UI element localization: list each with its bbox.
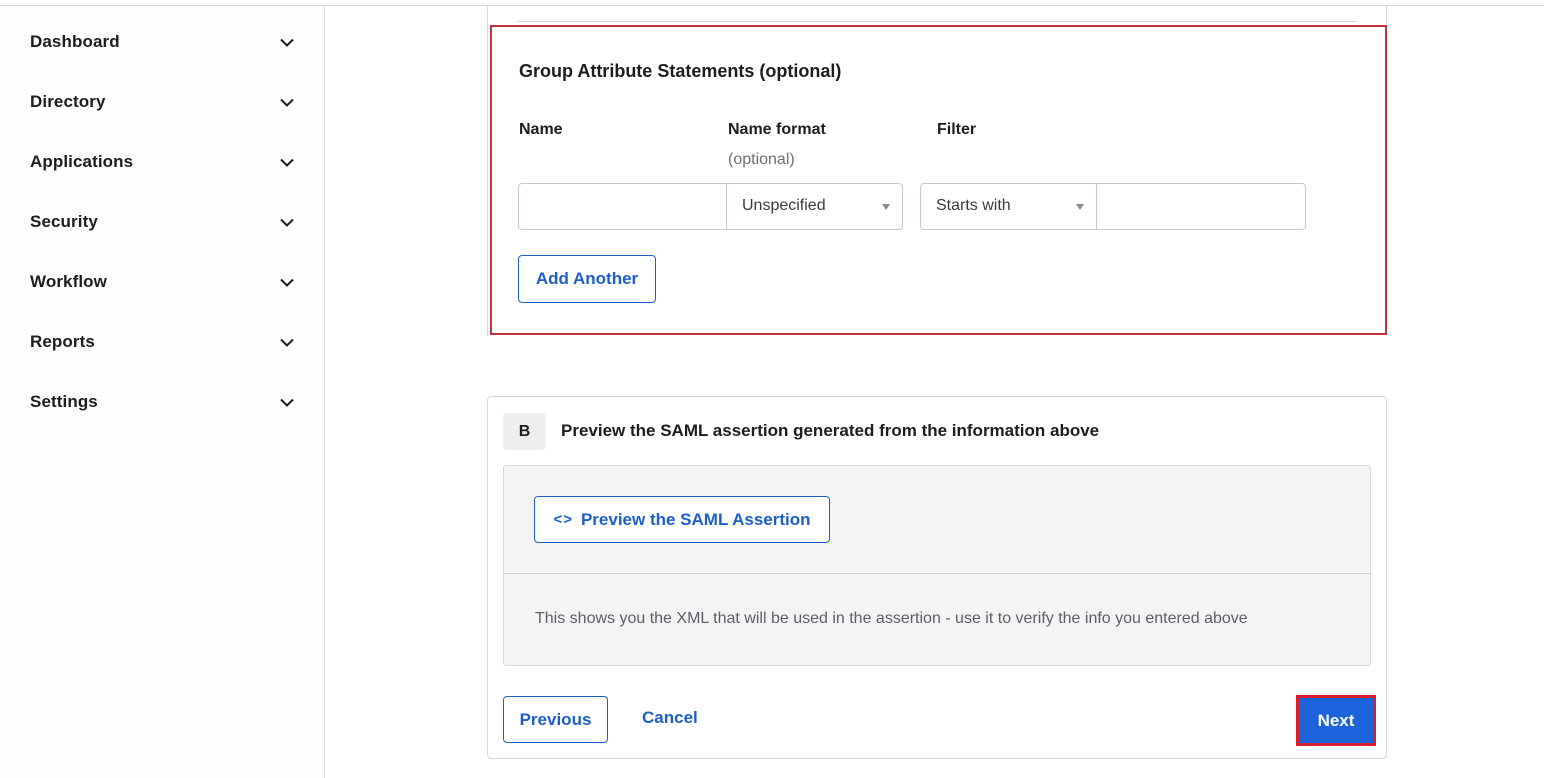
preview-saml-assertion-button[interactable]: <> Preview the SAML Assertion [534, 496, 830, 543]
sidebar-item-reports[interactable]: Reports [30, 322, 298, 362]
name-format-optional-hint: (optional) [728, 151, 795, 168]
sidebar-item-label: Directory [30, 92, 106, 111]
name-format-column-label: Name format [728, 121, 826, 138]
sidebar-item-settings[interactable]: Settings [30, 382, 298, 422]
cancel-button[interactable]: Cancel [642, 708, 698, 728]
chevron-down-icon [280, 275, 294, 289]
section-divider [518, 21, 1356, 22]
dropdown-caret-icon [1076, 204, 1084, 210]
filter-value-input[interactable] [1096, 183, 1306, 230]
sidebar-item-label: Dashboard [30, 32, 120, 51]
sidebar-item-workflow[interactable]: Workflow [30, 262, 298, 302]
filter-column-label: Filter [937, 121, 977, 138]
name-format-selected-value: Unspecified [742, 197, 826, 214]
filter-type-selected-value: Starts with [936, 197, 1011, 214]
add-another-button[interactable]: Add Another [518, 255, 656, 303]
sidebar-item-label: Reports [30, 332, 95, 351]
preview-description: This shows you the XML that will be used… [535, 610, 1248, 627]
previous-button[interactable]: Previous [503, 696, 608, 743]
preview-panel-divider [503, 573, 1371, 574]
sidebar-item-label: Security [30, 212, 98, 231]
chevron-down-icon [280, 35, 294, 49]
next-button-highlight: Next [1296, 695, 1376, 746]
preview-saml-assertion-label: Preview the SAML Assertion [580, 509, 811, 529]
next-button[interactable]: Next [1299, 698, 1373, 743]
dropdown-caret-icon [882, 204, 890, 210]
name-format-select[interactable]: Unspecified [726, 183, 903, 230]
chevron-down-icon [280, 215, 294, 229]
name-column-label: Name [519, 121, 563, 138]
sidebar-item-label: Applications [30, 152, 134, 171]
sidebar-item-dashboard[interactable]: Dashboard [30, 22, 298, 62]
sidebar-item-applications[interactable]: Applications [30, 142, 298, 182]
sidebar-item-security[interactable]: Security [30, 202, 298, 242]
section-title: Group Attribute Statements (optional) [519, 61, 842, 81]
saml-preview-title: Preview the SAML assertion generated fro… [561, 421, 1100, 440]
filter-type-select[interactable]: Starts with [920, 183, 1097, 230]
group-name-input[interactable] [518, 183, 727, 230]
chevron-down-icon [280, 395, 294, 409]
sidebar-item-label: Settings [30, 392, 98, 411]
step-badge: B [503, 413, 546, 450]
chevron-down-icon [280, 335, 294, 349]
sidebar-item-label: Workflow [30, 272, 107, 291]
chevron-down-icon [280, 155, 294, 169]
sidebar-item-directory[interactable]: Directory [30, 82, 298, 122]
code-brackets-icon: <> [553, 511, 573, 528]
chevron-down-icon [280, 95, 294, 109]
